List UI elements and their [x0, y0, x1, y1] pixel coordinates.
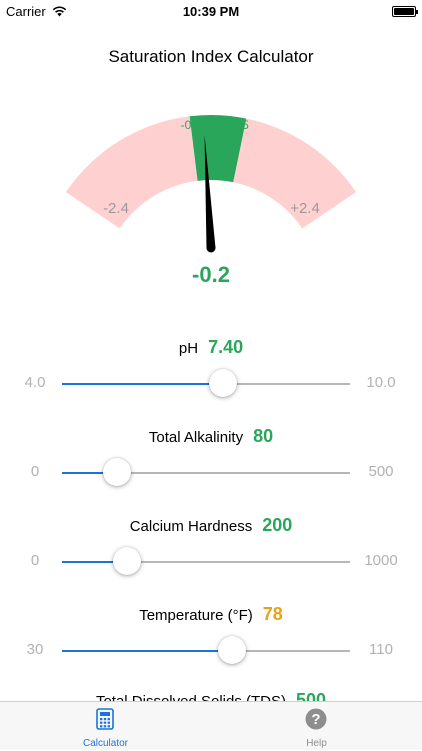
slider-track[interactable]	[62, 458, 350, 486]
control-label: Calcium Hardness 200	[0, 515, 422, 536]
gauge-min-label: -2.4	[103, 200, 129, 217]
calculator-icon	[96, 708, 114, 730]
control-label: pH 7.40	[0, 337, 422, 358]
gauge-needle-pivot	[206, 243, 216, 253]
control-label-text: Calcium Hardness	[129, 518, 253, 535]
control-label-text: Total Alkalinity	[148, 429, 244, 446]
slider-track[interactable]	[62, 369, 350, 397]
slider-thumb[interactable]	[112, 547, 141, 575]
control-label: Temperature (°F) 78	[0, 604, 422, 625]
control-value: 80	[253, 426, 274, 446]
control-label-text: Temperature (°F)	[139, 607, 253, 624]
slider-max-label: 10.0	[366, 374, 396, 391]
slider-max-label: 1000	[364, 552, 398, 569]
saturation-gauge: -2.4 +2.4 -0.3 +0.5	[65, 114, 357, 253]
help-icon: ?	[305, 708, 327, 730]
tab-calculator[interactable]: Calculator	[0, 702, 211, 751]
slider-track[interactable]	[62, 636, 350, 664]
svg-text:?: ?	[311, 711, 320, 728]
slider-min-label: 0	[30, 463, 40, 480]
gauge-max-label: +2.4	[290, 200, 320, 217]
slider-fill	[62, 383, 224, 385]
slider-min-label: 30	[26, 641, 44, 658]
gauge-low-zone	[65, 116, 198, 229]
control-value: 7.40	[208, 337, 244, 357]
saturation-index-value: -0.2	[192, 262, 230, 287]
tab-label: Help	[306, 738, 327, 749]
tab-label: Calculator	[82, 738, 129, 749]
control-value: 200	[262, 515, 293, 535]
slider-min-label: 4.0	[24, 374, 46, 391]
slider-thumb[interactable]	[102, 458, 131, 486]
slider-max-label: 500	[368, 463, 394, 480]
slider-thumb[interactable]	[209, 369, 238, 397]
slider-min-label: 0	[30, 552, 40, 569]
gauge-ok-high-label: +0.5	[225, 118, 249, 132]
slider-fill	[62, 650, 232, 652]
tab-help[interactable]: ? Help	[211, 702, 422, 751]
slider-thumb[interactable]	[217, 636, 246, 664]
tab-bar: Calculator ? Help	[0, 701, 422, 750]
control-label: Total Alkalinity 80	[0, 426, 422, 447]
gauge-ok-low-label: -0.3	[181, 118, 202, 132]
slider-track[interactable]	[62, 547, 350, 575]
control-value: 78	[262, 604, 283, 624]
control-label-text: pH	[178, 340, 199, 357]
slider-max-label: 110	[369, 641, 393, 658]
